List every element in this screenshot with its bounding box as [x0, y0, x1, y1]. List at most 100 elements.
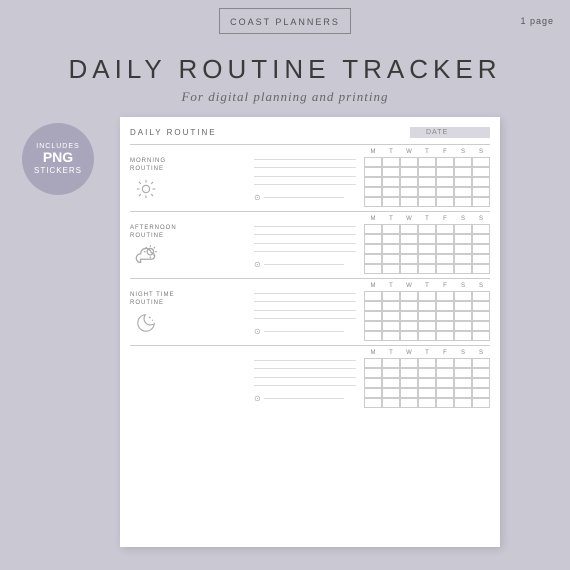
- grid-cell: [418, 244, 436, 254]
- grid-cell: [400, 331, 418, 341]
- grid-cell: [472, 157, 490, 167]
- night-label: NIGHT TIMEROUTINE: [130, 291, 250, 308]
- grid-cell: [472, 311, 490, 321]
- grid-cell: [418, 264, 436, 274]
- grid-cell: [364, 234, 382, 244]
- extra-body: ⊙: [130, 358, 490, 408]
- badge: INCLUDES PNG STICKERS: [22, 123, 94, 195]
- grid-cell: [418, 234, 436, 244]
- grid-cell: [400, 197, 418, 207]
- grid-cell: [436, 398, 454, 408]
- grid-cell: [436, 378, 454, 388]
- grid-cell: [382, 157, 400, 167]
- grid-cell: [454, 254, 472, 264]
- grid-row: [364, 311, 490, 321]
- grid-row: [364, 187, 490, 197]
- grid-cell: [472, 254, 490, 264]
- grid-cell: [382, 177, 400, 187]
- morning-grid: [364, 157, 490, 207]
- grid-cell: [418, 388, 436, 398]
- grid-row: [364, 368, 490, 378]
- grid-cell: [418, 331, 436, 341]
- grid-cell: [418, 197, 436, 207]
- line: [254, 301, 356, 302]
- grid-cell: [436, 331, 454, 341]
- grid-row: [364, 398, 490, 408]
- grid-cell: [364, 197, 382, 207]
- grid-cell: [454, 331, 472, 341]
- grid-cell: [400, 358, 418, 368]
- section-divider-1: [130, 211, 490, 212]
- grid-cell: [364, 311, 382, 321]
- content-area: INCLUDES PNG STICKERS DAILY ROUTINE DATE…: [0, 113, 570, 551]
- grid-cell: [400, 167, 418, 177]
- grid-cell: [382, 167, 400, 177]
- grid-cell: [436, 197, 454, 207]
- grid-cell: [454, 244, 472, 254]
- cloud-sun-icon: [133, 243, 159, 269]
- night-grid: [364, 291, 490, 341]
- grid-cell: [418, 358, 436, 368]
- grid-cell: [454, 197, 472, 207]
- grid-row: [364, 157, 490, 167]
- grid-cell: [400, 187, 418, 197]
- grid-cell: [364, 321, 382, 331]
- day-s1: S: [454, 149, 472, 155]
- morning-lines: ⊙: [254, 157, 356, 207]
- grid-row: [364, 321, 490, 331]
- line: [254, 310, 356, 311]
- day-m: M: [364, 149, 382, 155]
- morning-days-row: M T W T F S S: [130, 149, 490, 155]
- grid-cell: [472, 388, 490, 398]
- grid-cell: [454, 398, 472, 408]
- night-grid-rows: [364, 291, 490, 341]
- grid-cell: [418, 224, 436, 234]
- grid-cell: [436, 224, 454, 234]
- extra-lines: ⊙: [254, 358, 356, 408]
- grid-cell: [364, 244, 382, 254]
- line: [254, 176, 356, 177]
- moon-icon: [135, 312, 157, 334]
- line: [254, 385, 356, 386]
- grid-cell: [454, 301, 472, 311]
- grid-row: [364, 177, 490, 187]
- grid-cell: [454, 167, 472, 177]
- extra-grid-rows: [364, 358, 490, 408]
- grid-cell: [382, 368, 400, 378]
- planner-page: DAILY ROUTINE DATE M T W T F S S MORNING…: [120, 117, 500, 547]
- clock-line: [264, 264, 344, 265]
- grid-cell: [364, 291, 382, 301]
- clock-icon: ⊙: [254, 394, 261, 403]
- grid-cell: [472, 177, 490, 187]
- clock-icon: ⊙: [254, 260, 261, 269]
- grid-cell: [418, 301, 436, 311]
- grid-row: [364, 234, 490, 244]
- grid-cell: [436, 388, 454, 398]
- grid-cell: [472, 187, 490, 197]
- grid-cell: [400, 378, 418, 388]
- page-count: 1 page: [520, 16, 554, 26]
- grid-cell: [472, 368, 490, 378]
- grid-row: [364, 167, 490, 177]
- grid-cell: [436, 187, 454, 197]
- line: [254, 318, 356, 319]
- grid-cell: [472, 244, 490, 254]
- grid-cell: [400, 321, 418, 331]
- day-f: F: [436, 149, 454, 155]
- grid-cell: [472, 197, 490, 207]
- grid-cell: [382, 234, 400, 244]
- night-icon-area: [130, 312, 162, 334]
- grid-cell: [454, 358, 472, 368]
- grid-cell: [472, 378, 490, 388]
- grid-cell: [400, 234, 418, 244]
- grid-row: [364, 254, 490, 264]
- afternoon-grid: [364, 224, 490, 274]
- grid-cell: [472, 398, 490, 408]
- day-t1: T: [382, 149, 400, 155]
- grid-cell: [364, 398, 382, 408]
- line: [254, 234, 356, 235]
- grid-cell: [454, 234, 472, 244]
- grid-cell: [364, 224, 382, 234]
- grid-cell: [364, 301, 382, 311]
- grid-cell: [472, 291, 490, 301]
